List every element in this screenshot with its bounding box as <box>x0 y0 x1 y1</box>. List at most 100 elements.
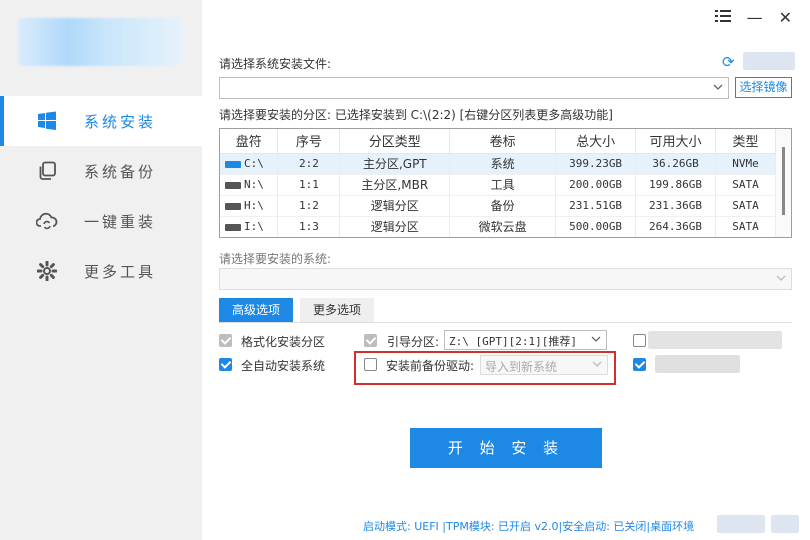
windows-icon <box>36 110 58 132</box>
sidebar-item-system-install[interactable]: 系统安装 <box>0 96 202 146</box>
backup-drivers-checkbox[interactable] <box>364 358 377 371</box>
browse-image-button[interactable]: 选择镜像 <box>735 77 792 98</box>
boot-partition-checkbox[interactable] <box>364 334 377 347</box>
drive-letter: I:\ <box>244 220 264 233</box>
table-cell-index: 1:3 <box>277 216 341 237</box>
format-partition-label: 格式化安装分区 <box>241 335 326 349</box>
scrollbar-thumb[interactable] <box>782 147 785 215</box>
close-button[interactable]: ✕ <box>779 8 792 28</box>
table-cell-drive: C:\ <box>220 153 279 175</box>
minimize-button[interactable]: — <box>747 8 763 28</box>
tab-advanced-options[interactable]: 高级选项 <box>219 298 293 322</box>
extra-option-2-checkbox[interactable] <box>633 358 646 371</box>
extra-option-checkbox[interactable] <box>633 334 646 347</box>
column-header[interactable]: 总大小 <box>555 129 637 154</box>
system-select[interactable] <box>219 268 792 290</box>
table-cell-volume: 工具 <box>449 174 557 196</box>
sidebar-item-label: 系统安装 <box>84 112 157 131</box>
table-row[interactable]: N:\ 1:1 主分区,MBR 工具 200.00GB 199.86GB SATA <box>220 174 776 196</box>
chevron-down-icon <box>592 359 602 369</box>
column-header[interactable]: 序号 <box>277 129 341 154</box>
auto-install-label: 全自动安装系统 <box>241 359 326 373</box>
table-cell-index: 1:1 <box>277 174 341 196</box>
table-row[interactable]: C:\ 2:2 主分区,GPT 系统 399.23GB 36.26GB NVMe <box>220 153 776 175</box>
gear-icon <box>36 260 58 282</box>
table-cell-total: 399.23GB <box>555 153 637 175</box>
drive-letter: H:\ <box>244 199 264 212</box>
drive-icon <box>225 181 241 189</box>
table-cell-volume: 微软云盘 <box>449 216 557 237</box>
table-header: 盘符 序号 分区类型 卷标 总大小 可用大小 类型 <box>220 129 776 154</box>
chevron-down-icon <box>776 273 786 283</box>
redacted-status-1 <box>717 515 765 533</box>
drive-icon <box>225 202 241 210</box>
format-partition-checkbox[interactable] <box>219 334 232 347</box>
partition-label: 请选择要安装的分区: 已选择安装到 C:\(2:2) [右键分区列表更多高级功能… <box>219 108 613 122</box>
drive-icon <box>225 160 241 168</box>
table-cell-volume: 系统 <box>449 153 557 175</box>
table-cell-ptype: 主分区,GPT <box>339 153 451 175</box>
drive-icon <box>225 223 241 231</box>
redacted-status-2 <box>771 515 799 533</box>
redacted-option-2 <box>655 355 740 373</box>
sidebar-item-label: 系统备份 <box>84 162 157 181</box>
system-select-label: 请选择要安装的系统: <box>219 252 332 266</box>
refresh-icon[interactable]: ⟳ <box>722 53 735 71</box>
partition-table: 盘符 序号 分区类型 卷标 总大小 可用大小 类型 C:\ 2:2 主分区,GPT 系… <box>219 128 792 238</box>
install-file-label: 请选择系统安装文件: <box>219 57 332 71</box>
auto-install-checkbox[interactable] <box>219 358 232 371</box>
table-cell-ptype: 逻辑分区 <box>339 195 451 217</box>
column-header[interactable]: 分区类型 <box>339 129 451 154</box>
table-cell-total: 200.00GB <box>555 174 637 196</box>
sidebar-item-label: 更多工具 <box>84 262 157 281</box>
tab-more-options[interactable]: 更多选项 <box>300 298 374 322</box>
table-cell-type: SATA <box>715 216 776 237</box>
table-cell-total: 500.00GB <box>555 216 637 237</box>
sidebar-item-one-click-reinstall[interactable]: 一键重装 <box>0 196 202 246</box>
column-header[interactable]: 类型 <box>715 129 776 154</box>
scrollbar[interactable] <box>776 129 791 237</box>
sidebar-item-more-tools[interactable]: 更多工具 <box>0 246 202 296</box>
table-cell-type: SATA <box>715 174 776 196</box>
boot-partition-label: 引导分区: <box>387 335 440 349</box>
redacted-option <box>648 331 782 349</box>
table-row[interactable]: I:\ 1:3 逻辑分区 微软云盘 500.00GB 264.36GB SATA <box>220 216 776 237</box>
backup-drivers-select[interactable]: 导入到新系统 <box>480 355 608 375</box>
column-header[interactable]: 盘符 <box>220 129 279 154</box>
start-install-button[interactable]: 开 始 安 装 <box>410 428 602 468</box>
cloud-sync-icon <box>36 210 58 232</box>
chevron-down-icon <box>713 82 723 92</box>
drive-letter: C:\ <box>244 157 264 170</box>
table-cell-volume: 备份 <box>449 195 557 217</box>
table-cell-total: 231.51GB <box>555 195 637 217</box>
table-cell-free: 231.36GB <box>635 195 716 217</box>
table-cell-drive: I:\ <box>220 216 279 237</box>
table-cell-drive: H:\ <box>220 195 279 217</box>
copy-icon <box>36 160 58 182</box>
table-cell-free: 36.26GB <box>635 153 716 175</box>
boot-partition-select[interactable]: Z:\ [GPT][2:1][推荐] <box>444 330 607 350</box>
table-row[interactable]: H:\ 1:2 逻辑分区 备份 231.51GB 231.36GB SATA <box>220 195 776 217</box>
chevron-down-icon <box>591 334 601 344</box>
sidebar-item-label: 一键重装 <box>84 212 157 231</box>
column-header[interactable]: 可用大小 <box>635 129 716 154</box>
drive-letter: N:\ <box>244 178 264 191</box>
hamburger-icon[interactable] <box>714 8 731 28</box>
sidebar-nav: 系统安装 系统备份 一键重装 更多工具 <box>0 96 202 296</box>
table-cell-drive: N:\ <box>220 174 279 196</box>
sidebar: 系统安装 系统备份 一键重装 更多工具 <box>0 0 202 540</box>
table-cell-free: 264.36GB <box>635 216 716 237</box>
table-cell-type: NVMe <box>715 153 776 175</box>
app-logo <box>18 18 183 66</box>
column-header[interactable]: 卷标 <box>449 129 557 154</box>
table-cell-ptype: 主分区,MBR <box>339 174 451 196</box>
table-cell-free: 199.86GB <box>635 174 716 196</box>
sidebar-item-system-backup[interactable]: 系统备份 <box>0 146 202 196</box>
tab-divider <box>219 322 792 323</box>
install-file-select[interactable] <box>219 77 729 99</box>
backup-drivers-label: 安装前备份驱动: <box>386 359 475 373</box>
status-bar: 启动模式: UEFI |TPM模块: 已开启 v2.0|安全启动: 已关闭|桌面… <box>363 520 695 533</box>
table-cell-index: 2:2 <box>277 153 341 175</box>
window-controls: — ✕ <box>714 8 792 28</box>
table-cell-ptype: 逻辑分区 <box>339 216 451 237</box>
